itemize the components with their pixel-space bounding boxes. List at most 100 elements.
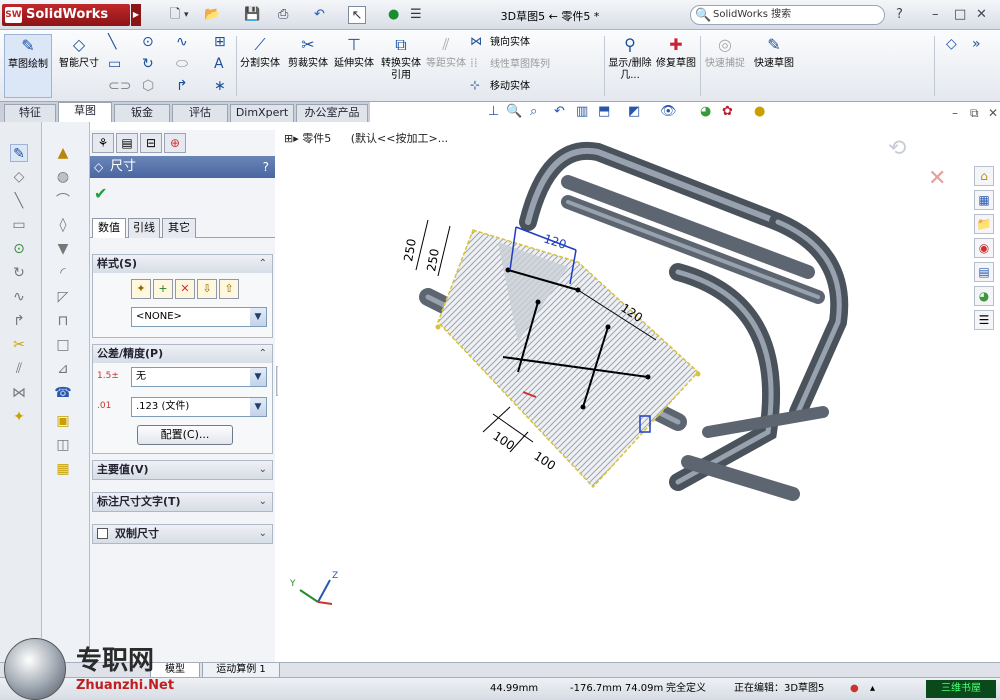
repair-sketch-button[interactable]: ✚ 修复草图: [656, 34, 696, 70]
zoom-area-icon[interactable]: ⌕: [530, 105, 537, 119]
sketch-button[interactable]: ✎ 草图绘制: [4, 34, 52, 98]
feature-tree-tab-icon[interactable]: ⚘: [92, 133, 114, 153]
hide-show-icon[interactable]: 👁: [660, 105, 677, 119]
extrude-strip-icon[interactable]: ▲: [54, 144, 72, 162]
view-orientation-icon[interactable]: ⬒: [598, 105, 610, 119]
rapid-sketch-button[interactable]: ✎ 快速草图: [752, 34, 796, 70]
dimension-palette-icon[interactable]: ◇: [946, 36, 957, 52]
smart-dim-strip-icon[interactable]: ◇: [10, 168, 28, 186]
move-entities-button[interactable]: 移动实体: [490, 80, 530, 94]
view-orient-icon[interactable]: ⊥: [488, 105, 499, 119]
dim-100-left[interactable]: 100: [490, 429, 517, 453]
undo-icon[interactable]: ↶: [314, 6, 325, 24]
fillet-icon[interactable]: ↱: [176, 78, 188, 94]
ok-check-icon[interactable]: ✔: [94, 184, 107, 203]
point-icon[interactable]: A: [214, 56, 224, 72]
split-entities-button[interactable]: ⟋ 分割实体: [240, 34, 280, 70]
sweep-strip-icon[interactable]: ⌒: [54, 192, 72, 210]
tolerance-group-header[interactable]: 公差/精度(P) ⌃: [93, 345, 272, 363]
appearance-icon[interactable]: ◕: [700, 105, 711, 119]
units-indicator-icon[interactable]: ▴: [870, 678, 875, 700]
ref-geometry-strip-icon[interactable]: ▦: [54, 460, 72, 478]
solidworks-logo[interactable]: SW SolidWorks: [2, 4, 130, 26]
search-input[interactable]: 🔍 SolidWorks 搜索: [690, 5, 885, 25]
precision-select[interactable]: .123 (文件) ▼: [131, 397, 267, 417]
dim-100-right[interactable]: 100: [531, 449, 558, 473]
display-style-icon[interactable]: ◩: [628, 105, 640, 119]
save-icon[interactable]: 💾: [244, 6, 260, 24]
pm-help-button[interactable]: ?: [263, 156, 269, 178]
fillet-strip-icon[interactable]: ↱: [10, 312, 28, 330]
primary-value-header[interactable]: 主要值(V) ⌄: [93, 461, 272, 479]
dimxpert-tab-icon[interactable]: ⊕: [164, 133, 186, 153]
apply-style-icon[interactable]: ✦: [131, 279, 151, 299]
doc-restore-button[interactable]: ⧉: [970, 106, 979, 121]
home-icon[interactable]: ⌂: [974, 166, 994, 186]
arc-strip-icon[interactable]: ↻: [10, 264, 28, 282]
smart-dimension-button[interactable]: ◇ 智能尺寸: [56, 34, 102, 70]
tab-features[interactable]: 特征: [4, 104, 56, 122]
convert-entities-button[interactable]: ⧉ 转换实体引用: [378, 34, 424, 82]
zoom-fit-icon[interactable]: 🔍: [506, 105, 522, 119]
dual-dimension-checkbox[interactable]: [97, 528, 108, 539]
dim-250-outer[interactable]: 250: [401, 238, 419, 263]
dual-dimension-header[interactable]: 双制尺寸 ⌄: [93, 525, 272, 543]
open-icon[interactable]: 📂: [204, 6, 220, 24]
design-library-icon[interactable]: ▦: [974, 190, 994, 210]
scene-icon[interactable]: ✿: [722, 105, 733, 119]
file-explorer-icon[interactable]: 📁: [974, 214, 994, 234]
mirror-entities-button[interactable]: 镜向实体: [490, 36, 530, 50]
tab-office-products[interactable]: 办公室产品: [296, 104, 368, 122]
section-view-icon[interactable]: ▥: [576, 105, 588, 119]
line-icon[interactable]: ╲: [108, 34, 116, 50]
new-dropdown-icon[interactable]: ▾: [184, 6, 189, 24]
centerline-icon[interactable]: ∗: [214, 78, 226, 94]
linear-pattern-button[interactable]: 线性草图阵列: [490, 58, 550, 72]
help-button[interactable]: ?: [896, 6, 903, 24]
spline-icon[interactable]: ∿: [176, 34, 188, 50]
circle-icon[interactable]: ⊙: [142, 34, 154, 50]
search-results-icon[interactable]: ◉: [974, 238, 994, 258]
extend-entities-button[interactable]: ⊤ 延伸实体: [334, 34, 374, 70]
tolerance-type-select[interactable]: 无 ▼: [131, 367, 267, 387]
rectangle-icon[interactable]: ▭: [108, 56, 121, 72]
quick-snaps-button[interactable]: ◎ 快速捕捉: [704, 34, 746, 70]
arc-icon[interactable]: ↻: [142, 56, 154, 72]
select-icon[interactable]: ↖: [348, 6, 366, 24]
sketch-strip-icon[interactable]: ✎: [10, 144, 28, 162]
custom-properties-icon[interactable]: ☰: [974, 310, 994, 330]
tab-dimxpert[interactable]: DimXpert: [230, 104, 294, 122]
subtab-leader[interactable]: 引线: [128, 218, 160, 238]
rect-strip-icon[interactable]: ▭: [10, 216, 28, 234]
close-button[interactable]: ✕: [976, 6, 987, 24]
revolve-strip-icon[interactable]: ◍: [54, 168, 72, 186]
pattern-strip-icon[interactable]: ▣: [54, 412, 72, 430]
load-style-icon[interactable]: ⇧: [219, 279, 239, 299]
graphics-area[interactable]: ⊞▸ 零件5 (默认<<按加工>... ⟲ ✕ 120 120 250 250 …: [278, 122, 970, 662]
appearances-icon[interactable]: ◕: [974, 286, 994, 306]
subtab-other[interactable]: 其它: [162, 218, 196, 238]
dim-120-blue[interactable]: 120: [542, 232, 568, 252]
dimension-text-header[interactable]: 标注尺寸文字(T) ⌄: [93, 493, 272, 511]
maximize-button[interactable]: □: [954, 6, 966, 24]
doc-close-button[interactable]: ✕: [988, 106, 998, 120]
mirror-feature-strip-icon[interactable]: ◫: [54, 436, 72, 454]
save-style-icon[interactable]: ⇩: [197, 279, 217, 299]
rib-strip-icon[interactable]: ⊓: [54, 312, 72, 330]
text-sketch-icon[interactable]: ⊞: [214, 34, 226, 50]
draft-strip-icon[interactable]: ⊿: [54, 360, 72, 378]
display-delete-relations-button[interactable]: ⚲ 显示/删除几...: [608, 34, 652, 82]
ribbon-options-icon[interactable]: »: [972, 36, 981, 52]
tab-evaluate[interactable]: 评估: [172, 104, 228, 122]
view-settings-icon[interactable]: ●: [754, 105, 765, 119]
trim-entities-button[interactable]: ✂ 剪裁实体: [286, 34, 330, 70]
minimize-button[interactable]: –: [932, 6, 939, 24]
style-select[interactable]: <NONE> ▼: [131, 307, 267, 327]
new-icon[interactable]: 🗋: [170, 6, 180, 24]
cut-strip-icon[interactable]: ▼: [54, 240, 72, 258]
relations-strip-icon[interactable]: ✦: [10, 408, 28, 426]
line-strip-icon[interactable]: ╲: [10, 192, 28, 210]
circle-strip-icon[interactable]: ⊙: [10, 240, 28, 258]
spline-strip-icon[interactable]: ∿: [10, 288, 28, 306]
trim-strip-icon[interactable]: ✂: [10, 336, 28, 354]
